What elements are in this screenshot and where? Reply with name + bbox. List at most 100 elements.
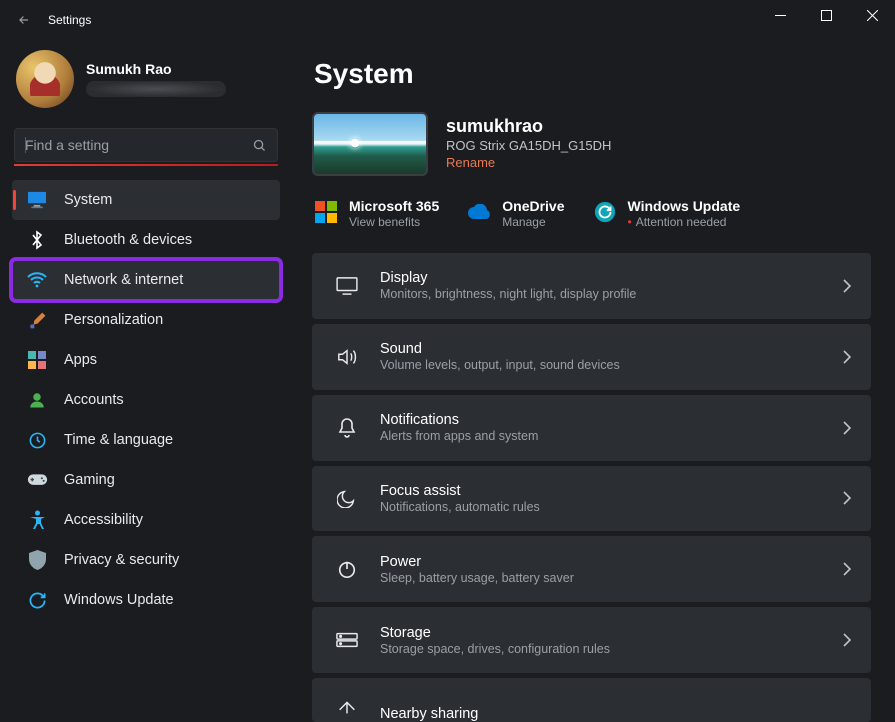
- action-row: Microsoft 365View benefits OneDriveManag…: [314, 198, 871, 229]
- brush-icon: [26, 309, 48, 331]
- action-label: Microsoft 365: [349, 198, 439, 214]
- sidebar-item-label: Time & language: [64, 432, 173, 448]
- row-storage[interactable]: StorageStorage space, drives, configurat…: [312, 607, 871, 673]
- sidebar-item-label: Personalization: [64, 312, 163, 328]
- row-title: Display: [380, 270, 842, 286]
- search-box[interactable]: [14, 128, 278, 162]
- device-model: ROG Strix GA15DH_G15DH: [446, 138, 611, 153]
- row-title: Focus assist: [380, 483, 842, 499]
- user-name: Sumukh Rao: [86, 61, 226, 77]
- settings-list: DisplayMonitors, brightness, night light…: [312, 253, 871, 722]
- row-power[interactable]: PowerSleep, battery usage, battery saver: [312, 536, 871, 602]
- moon-icon: [334, 485, 360, 511]
- sidebar-item-privacy[interactable]: Privacy & security: [12, 540, 280, 580]
- user-box[interactable]: Sumukh Rao: [12, 46, 280, 118]
- share-icon: [334, 694, 360, 720]
- action-onedrive[interactable]: OneDriveManage: [467, 198, 564, 229]
- action-ms365[interactable]: Microsoft 365View benefits: [314, 198, 439, 229]
- search-underline: [14, 164, 278, 166]
- clock-icon: [26, 429, 48, 451]
- row-sound[interactable]: SoundVolume levels, output, input, sound…: [312, 324, 871, 390]
- storage-icon: [334, 627, 360, 653]
- action-label: OneDrive: [502, 198, 564, 214]
- row-desc: Sleep, battery usage, battery saver: [380, 571, 842, 585]
- device-thumbnail[interactable]: [312, 112, 428, 176]
- rename-link[interactable]: Rename: [446, 155, 495, 170]
- action-desc: Manage: [502, 215, 564, 229]
- sidebar-item-bluetooth[interactable]: Bluetooth & devices: [12, 220, 280, 260]
- row-focus[interactable]: Focus assistNotifications, automatic rul…: [312, 466, 871, 532]
- sidebar-item-label: Windows Update: [64, 592, 174, 608]
- update-icon: [26, 589, 48, 611]
- sidebar-item-update[interactable]: Windows Update: [12, 580, 280, 620]
- ms365-icon: [314, 200, 338, 224]
- action-desc: View benefits: [349, 215, 439, 229]
- chevron-right-icon: [842, 421, 851, 435]
- maximize-button[interactable]: [803, 0, 849, 30]
- row-title: Sound: [380, 341, 842, 357]
- row-notifications[interactable]: NotificationsAlerts from apps and system: [312, 395, 871, 461]
- power-icon: [334, 556, 360, 582]
- gaming-icon: [26, 469, 48, 491]
- chevron-right-icon: [842, 279, 851, 293]
- page-title: System: [314, 58, 871, 90]
- sound-icon: [334, 344, 360, 370]
- sidebar-item-network[interactable]: Network & internet: [12, 260, 280, 300]
- sidebar-item-label: Accessibility: [64, 512, 143, 528]
- row-nearby[interactable]: Nearby sharing: [312, 678, 871, 722]
- avatar: [16, 50, 74, 108]
- bluetooth-icon: [26, 229, 48, 251]
- row-desc: Storage space, drives, configuration rul…: [380, 642, 842, 656]
- device-box: sumukhrao ROG Strix GA15DH_G15DH Rename: [312, 112, 871, 176]
- sidebar-item-label: System: [64, 192, 112, 208]
- row-desc: Volume levels, output, input, sound devi…: [380, 358, 842, 372]
- close-button[interactable]: [849, 0, 895, 30]
- content-area: System sumukhrao ROG Strix GA15DH_G15DH …: [290, 40, 895, 722]
- sidebar-item-personalization[interactable]: Personalization: [12, 300, 280, 340]
- row-desc: Notifications, automatic rules: [380, 500, 842, 514]
- sidebar-item-label: Apps: [64, 352, 97, 368]
- sidebar-item-accessibility[interactable]: Accessibility: [12, 500, 280, 540]
- wifi-icon: [26, 269, 48, 291]
- titlebar: Settings: [0, 0, 895, 40]
- sidebar-item-label: Accounts: [64, 392, 124, 408]
- windows-update-icon: [593, 200, 617, 224]
- monitor-icon: [26, 189, 48, 211]
- shield-icon: [26, 549, 48, 571]
- sidebar: Sumukh Rao System Bluetooth & devices Ne…: [0, 40, 290, 722]
- sidebar-item-system[interactable]: System: [12, 180, 280, 220]
- display-icon: [334, 273, 360, 299]
- accounts-icon: [26, 389, 48, 411]
- back-button[interactable]: [8, 4, 40, 36]
- chevron-right-icon: [842, 350, 851, 364]
- sidebar-item-time[interactable]: Time & language: [12, 420, 280, 460]
- sidebar-nav: System Bluetooth & devices Network & int…: [12, 180, 280, 620]
- action-label: Windows Update: [628, 198, 741, 214]
- row-title: Storage: [380, 625, 842, 641]
- device-name: sumukhrao: [446, 116, 611, 137]
- onedrive-icon: [467, 200, 491, 224]
- sidebar-item-accounts[interactable]: Accounts: [12, 380, 280, 420]
- chevron-right-icon: [842, 562, 851, 576]
- sidebar-item-label: Gaming: [64, 472, 115, 488]
- chevron-right-icon: [842, 491, 851, 505]
- minimize-button[interactable]: [757, 0, 803, 30]
- sidebar-item-apps[interactable]: Apps: [12, 340, 280, 380]
- row-title: Notifications: [380, 412, 842, 428]
- window-title: Settings: [48, 13, 91, 27]
- action-windows-update[interactable]: Windows Update•Attention needed: [593, 198, 741, 229]
- row-desc: Alerts from apps and system: [380, 429, 842, 443]
- row-desc: Monitors, brightness, night light, displ…: [380, 287, 842, 301]
- sidebar-item-label: Privacy & security: [64, 552, 179, 568]
- accessibility-icon: [26, 509, 48, 531]
- row-display[interactable]: DisplayMonitors, brightness, night light…: [312, 253, 871, 319]
- sidebar-item-label: Network & internet: [64, 272, 183, 288]
- sidebar-item-gaming[interactable]: Gaming: [12, 460, 280, 500]
- chevron-right-icon: [842, 633, 851, 647]
- search-input[interactable]: [25, 137, 252, 153]
- action-desc: •Attention needed: [628, 215, 741, 229]
- row-title: Power: [380, 554, 842, 570]
- apps-icon: [26, 349, 48, 371]
- user-email-redacted: [86, 81, 226, 97]
- bell-icon: [334, 415, 360, 441]
